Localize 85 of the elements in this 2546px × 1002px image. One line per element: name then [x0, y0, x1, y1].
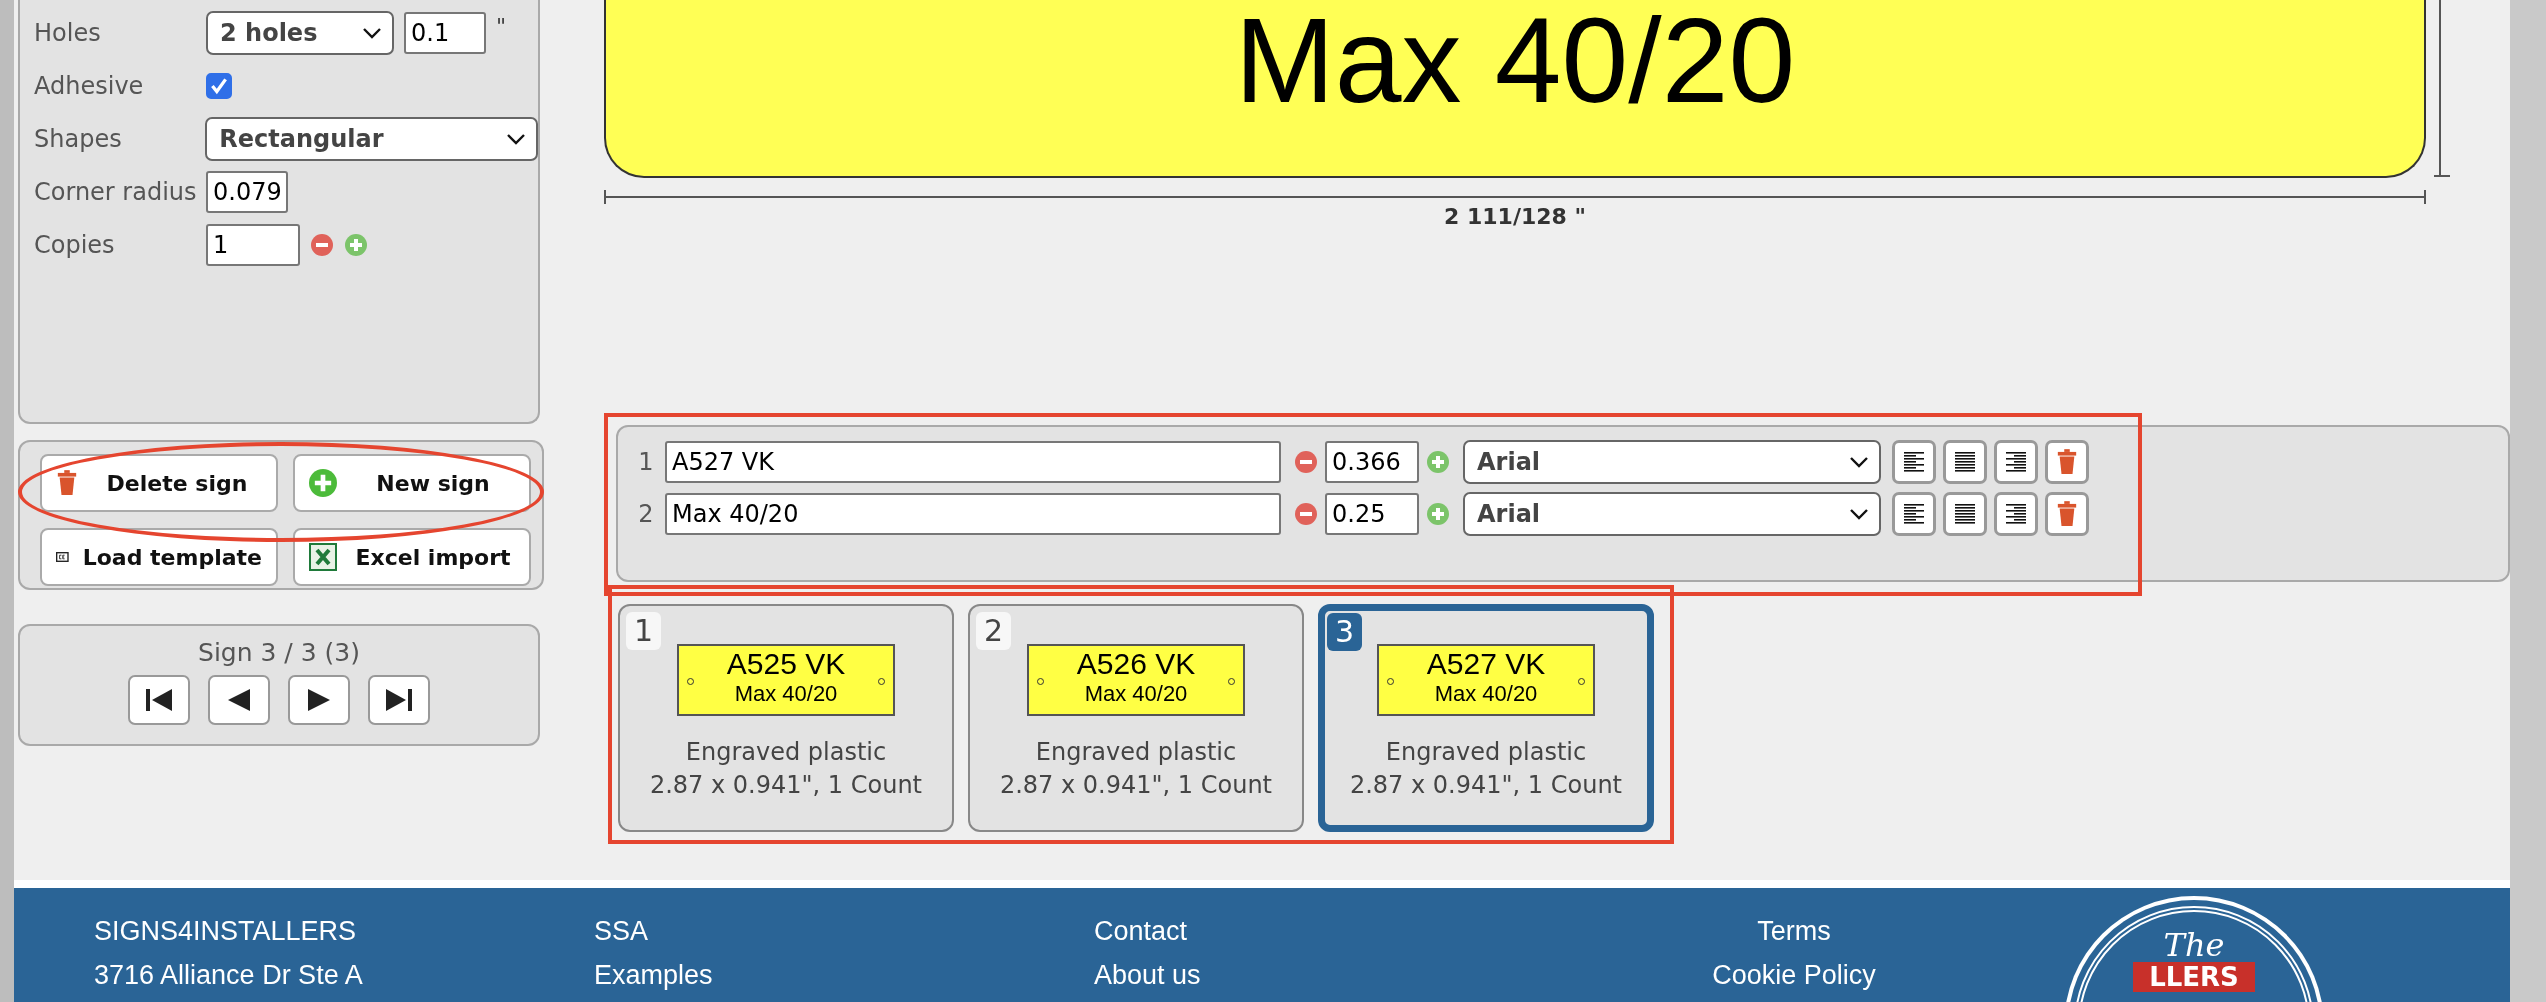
width-label: 2 111/128 " — [1443, 204, 1587, 229]
spreadsheet-icon — [309, 543, 337, 571]
trash-icon — [56, 470, 78, 496]
action-button[interactable]: Delete sign — [40, 454, 278, 512]
align-icon — [1902, 451, 1926, 473]
first-button[interactable] — [128, 675, 190, 725]
align-icon — [2004, 451, 2028, 473]
footer-link[interactable]: SSA — [594, 916, 1094, 947]
input-field[interactable]: 1 — [206, 224, 300, 266]
field-label: Adhesive — [34, 72, 145, 100]
font-select[interactable]: Arial — [1463, 492, 1881, 536]
skip-first-icon — [144, 687, 174, 713]
last-button[interactable] — [368, 675, 430, 725]
font-select[interactable]: Arial — [1463, 440, 1881, 484]
sign-card[interactable]: 3 A527 VK Max 40/20 Engraved plastic 2.87 x 0.941", 1 Count — [1318, 604, 1654, 832]
text-input[interactable]: Max 40/20 — [665, 493, 1281, 535]
action-button[interactable]: Excel import — [293, 528, 531, 586]
size-input[interactable]: 0.25 — [1325, 493, 1419, 535]
chevron-icon — [1849, 456, 1869, 468]
delete-line-button[interactable] — [2045, 492, 2089, 536]
align-icon — [1902, 503, 1926, 525]
action-button[interactable]: Load template — [40, 528, 278, 586]
delete-line-button[interactable] — [2045, 440, 2089, 484]
footer-link[interactable]: Terms — [1757, 916, 1831, 947]
chevron-icon — [362, 27, 382, 39]
size-label: 2.87 x 0.941", 1 Count — [1349, 770, 1623, 801]
checkbox[interactable] — [206, 73, 232, 99]
align-icon — [1953, 503, 1977, 525]
previous-button[interactable] — [208, 675, 270, 725]
material-label: Engraved plastic — [1385, 737, 1587, 768]
action-button[interactable]: New sign — [293, 454, 531, 512]
select-field[interactable]: Rectangular — [205, 117, 538, 161]
thumbnail-text: Max 40/20 — [734, 682, 838, 706]
sign-text: Max 40/20 — [1234, 0, 1796, 129]
material-label: Engraved plastic — [685, 737, 887, 768]
size-label: 2.87 x 0.941", 1 Count — [649, 770, 923, 801]
select-field[interactable]: 2 holes — [206, 11, 394, 55]
footer-link[interactable]: Contact — [1094, 916, 1594, 947]
align-icon — [1953, 451, 1977, 473]
footer-link[interactable]: Cookie Policy — [1712, 960, 1876, 991]
input-field[interactable]: 0.1 — [404, 12, 486, 54]
field-label: Shapes — [34, 125, 123, 153]
trash-icon — [2056, 449, 2078, 475]
footer-link[interactable]: About us — [1094, 960, 1594, 991]
line-number: 1 — [637, 448, 655, 476]
justify-button[interactable] — [1943, 440, 1987, 484]
next-button[interactable] — [288, 675, 350, 725]
footer-link[interactable]: Examples — [594, 960, 1094, 991]
justify-button[interactable] — [1943, 492, 1987, 536]
chevron-icon — [1849, 508, 1869, 520]
unit-label: " — [496, 14, 507, 39]
thumbnail-text: Max 40/20 — [1084, 682, 1188, 706]
sign-number: 1 — [626, 612, 662, 650]
remove-icon[interactable] — [1294, 450, 1318, 474]
input-field[interactable]: 0.079 — [206, 171, 288, 213]
thumbnail-text: Max 40/20 — [1434, 682, 1538, 706]
trash-icon — [2056, 501, 2078, 527]
align-right-button[interactable] — [1994, 440, 2038, 484]
sign-counter: Sign 3 / 3 (3) — [198, 638, 360, 667]
skip-last-icon — [384, 687, 414, 713]
plus-icon — [309, 469, 337, 497]
align-icon — [2004, 503, 2028, 525]
align-left-button[interactable] — [1892, 440, 1936, 484]
line-number: 2 — [637, 500, 655, 528]
sign-number: 3 — [1327, 613, 1363, 651]
chevron-icon — [506, 133, 526, 145]
material-label: Engraved plastic — [1035, 737, 1237, 768]
footer-text: SIGNS4INSTALLERS — [94, 916, 358, 947]
size-label: 2.87 x 0.941", 1 Count — [999, 770, 1273, 801]
footer-text: 3716 Alliance Dr Ste A — [94, 960, 364, 991]
sign-number: 2 — [976, 612, 1012, 650]
field-label: Holes — [34, 19, 102, 47]
thumbnail-text: A525 VK — [726, 646, 846, 682]
align-left-button[interactable] — [1892, 492, 1936, 536]
field-label: Corner radius — [34, 178, 196, 206]
thumbnail-text: A526 VK — [1076, 646, 1196, 682]
text-input[interactable]: A527 VK — [665, 441, 1281, 483]
remove-icon[interactable] — [1294, 502, 1318, 526]
remove-icon[interactable] — [310, 233, 334, 257]
sign-card[interactable]: 1 A525 VK Max 40/20 Engraved plastic 2.87 x 0.941", 1 Count — [618, 604, 954, 832]
thumbnail-text: A527 VK — [1426, 646, 1546, 682]
size-input[interactable]: 0.366 — [1325, 441, 1419, 483]
sign-card[interactable]: 2 A526 VK Max 40/20 Engraved plastic 2.87 x 0.941", 1 Count — [968, 604, 1304, 832]
align-right-button[interactable] — [1994, 492, 2038, 536]
field-label: Copies — [34, 231, 116, 259]
